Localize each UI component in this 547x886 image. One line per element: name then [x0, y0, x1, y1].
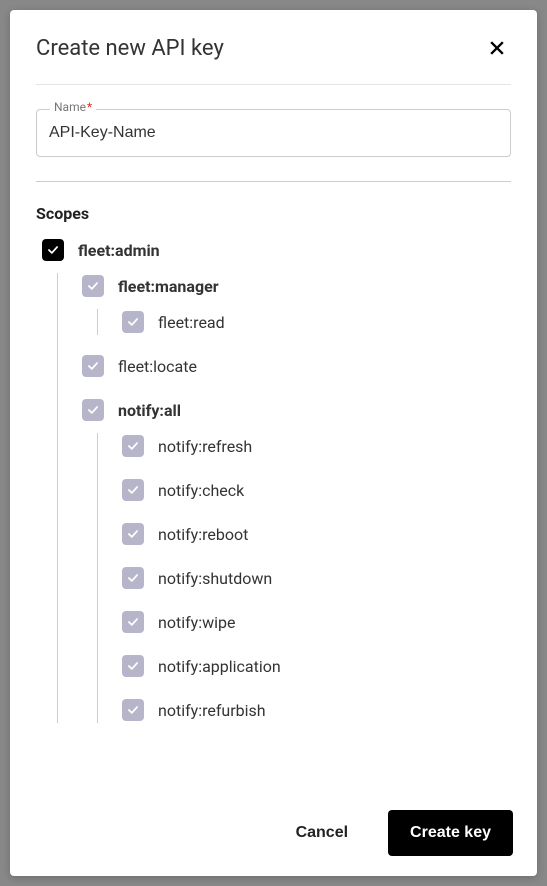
- create-key-button[interactable]: Create key: [388, 810, 513, 856]
- scope-checkbox-notify-refurbish[interactable]: [122, 699, 144, 721]
- close-button[interactable]: [483, 34, 511, 62]
- check-icon: [126, 483, 140, 497]
- scope-checkbox-notify-refresh[interactable]: [122, 435, 144, 457]
- scopes-tree: fleet:adminfleet:managerfleet:readfleet:…: [36, 237, 511, 723]
- scope-checkbox-notify-application[interactable]: [122, 655, 144, 677]
- scope-item-notify-all: notify:all: [82, 397, 511, 423]
- scope-label: notify:shutdown: [158, 569, 272, 588]
- scope-checkbox-fleet-read[interactable]: [122, 311, 144, 333]
- scope-checkbox-notify-wipe[interactable]: [122, 611, 144, 633]
- scope-item-fleet-read: fleet:read: [122, 309, 511, 335]
- scope-label: fleet:admin: [78, 241, 160, 260]
- name-field-wrap: Name*: [36, 109, 511, 157]
- scope-item-notify-wipe: notify:wipe: [122, 609, 511, 635]
- scope-item-notify-refresh: notify:refresh: [122, 433, 511, 459]
- scope-checkbox-fleet-locate[interactable]: [82, 355, 104, 377]
- scope-label: fleet:manager: [118, 277, 219, 296]
- create-api-key-modal: Create new API key Name* Scopes fleet:ad…: [10, 10, 537, 876]
- scopes-heading: Scopes: [36, 204, 511, 223]
- check-icon: [86, 403, 100, 417]
- scope-checkbox-notify-all[interactable]: [82, 399, 104, 421]
- required-indicator: *: [87, 100, 92, 114]
- scope-item-notify-shutdown: notify:shutdown: [122, 565, 511, 591]
- scope-label: notify:reboot: [158, 525, 248, 544]
- check-icon: [126, 527, 140, 541]
- scope-item-fleet-manager: fleet:manager: [82, 273, 511, 299]
- scope-label: notify:refurbish: [158, 701, 266, 720]
- scope-label: notify:wipe: [158, 613, 235, 632]
- scope-item-notify-reboot: notify:reboot: [122, 521, 511, 547]
- check-icon: [126, 315, 140, 329]
- scope-label: fleet:locate: [118, 357, 197, 376]
- check-icon: [126, 659, 140, 673]
- check-icon: [126, 703, 140, 717]
- scope-checkbox-notify-check[interactable]: [122, 479, 144, 501]
- name-field-label: Name*: [50, 100, 96, 114]
- close-icon: [487, 38, 507, 58]
- modal-body[interactable]: Name* Scopes fleet:adminfleet:managerfle…: [10, 85, 537, 792]
- scope-item-notify-refurbish: notify:refurbish: [122, 697, 511, 723]
- modal-header: Create new API key: [10, 10, 537, 84]
- scope-children: fleet:manager fleet:read fleet:locate notif…: [57, 273, 511, 723]
- scope-item-fleet-locate: fleet:locate: [82, 353, 511, 379]
- scope-item-notify-check: notify:check: [122, 477, 511, 503]
- modal-title: Create new API key: [36, 36, 224, 61]
- check-icon: [86, 359, 100, 373]
- scope-children: notify:refresh notify:check notify:reboot n…: [97, 433, 511, 723]
- scope-checkbox-fleet-manager[interactable]: [82, 275, 104, 297]
- scope-checkbox-notify-reboot[interactable]: [122, 523, 144, 545]
- scope-label: notify:check: [158, 481, 244, 500]
- scope-label: notify:all: [118, 401, 181, 420]
- name-input[interactable]: [36, 109, 511, 157]
- check-icon: [126, 439, 140, 453]
- scope-checkbox-notify-shutdown[interactable]: [122, 567, 144, 589]
- check-icon: [126, 571, 140, 585]
- scope-label: notify:application: [158, 657, 281, 676]
- cancel-button[interactable]: Cancel: [274, 810, 370, 856]
- scope-children: fleet:read: [97, 309, 511, 335]
- scope-item-notify-application: notify:application: [122, 653, 511, 679]
- check-icon: [126, 615, 140, 629]
- name-label-text: Name: [54, 100, 86, 114]
- check-icon: [86, 279, 100, 293]
- modal-footer: Cancel Create key: [10, 792, 537, 876]
- scope-label: fleet:read: [158, 313, 225, 332]
- scope-checkbox-fleet-admin[interactable]: [42, 239, 64, 261]
- divider: [36, 181, 511, 182]
- scope-item-fleet-admin: fleet:admin: [42, 237, 511, 263]
- scope-label: notify:refresh: [158, 437, 252, 456]
- check-icon: [46, 243, 60, 257]
